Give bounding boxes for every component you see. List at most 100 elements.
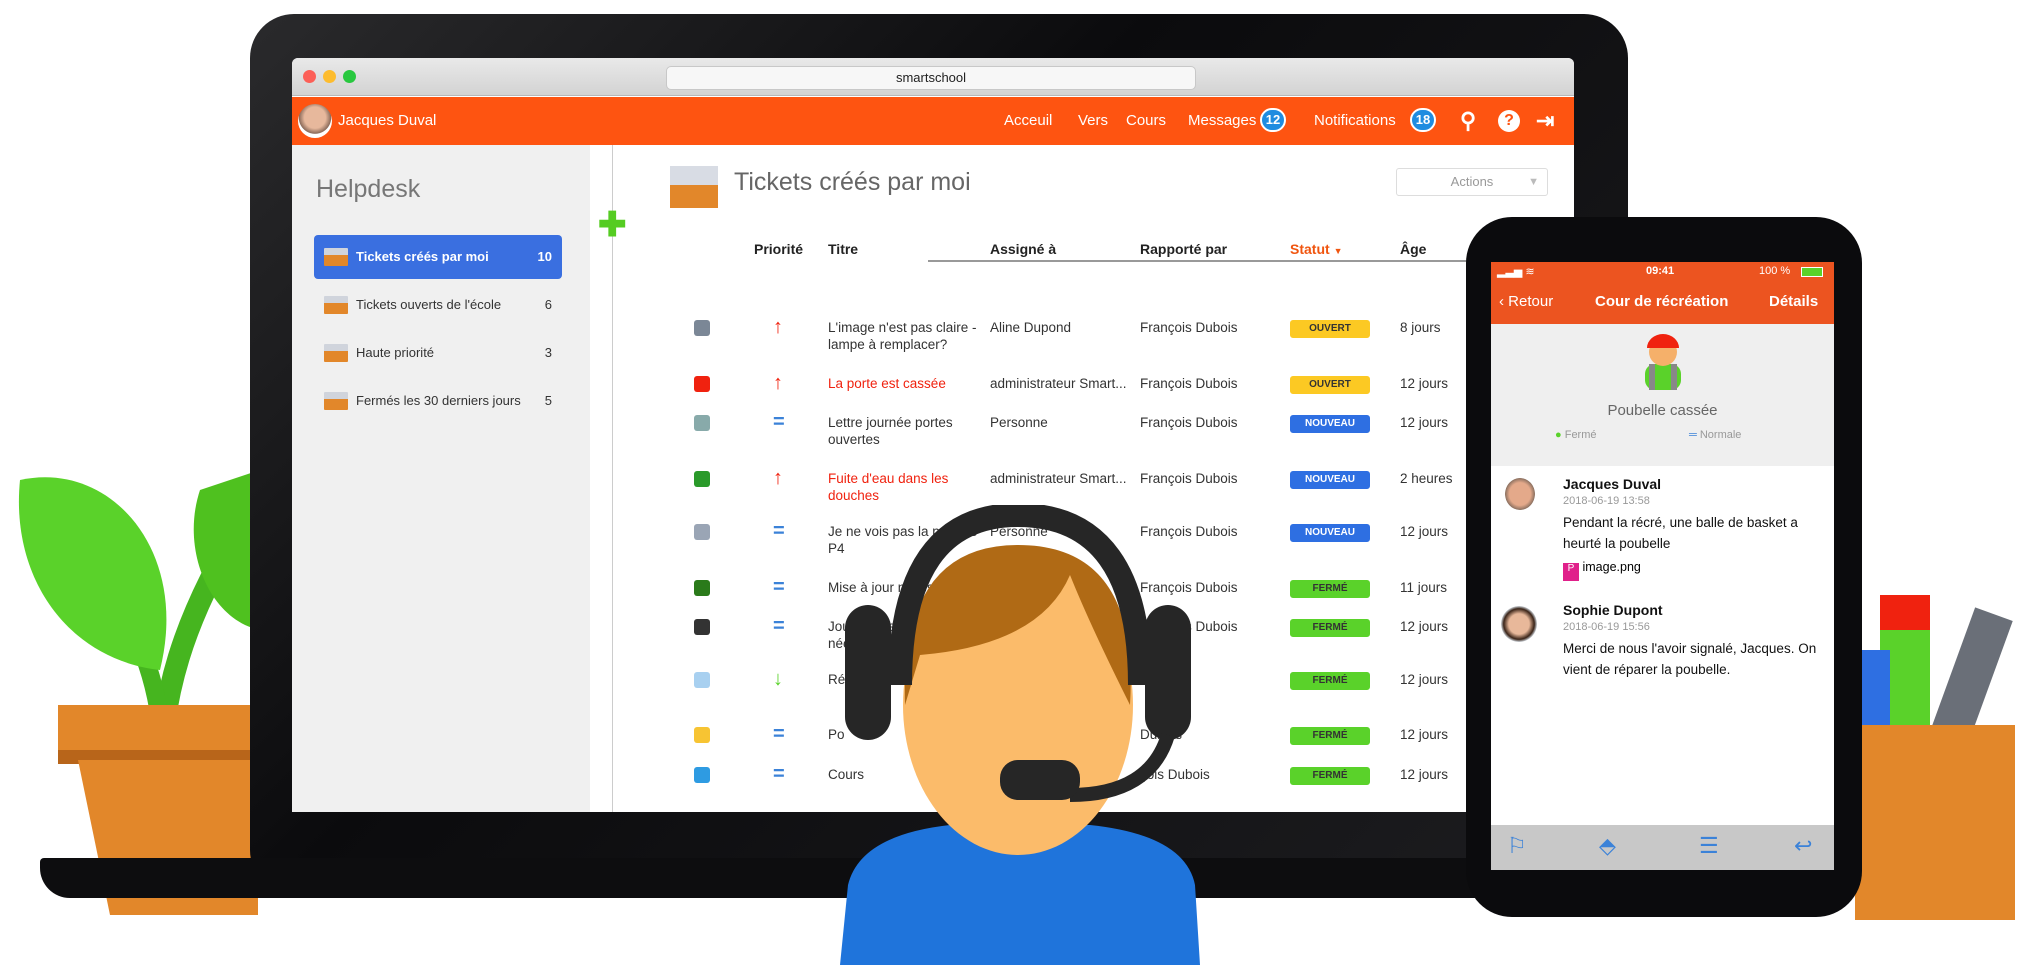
attachment-link[interactable]: P image.png <box>1563 560 1823 581</box>
signal-icon: ▂▃▅ ≋ <box>1497 266 1535 278</box>
back-button[interactable]: ‹ Retour <box>1499 293 1553 310</box>
sidebar-title: Helpdesk <box>316 175 421 203</box>
plant-illustration <box>18 470 260 915</box>
priority-low-icon: ↓ <box>773 668 783 690</box>
phone-status-bar: ▂▃▅ ≋ 09:41 100 % <box>1491 262 1834 282</box>
logout-icon[interactable]: ⇥ <box>1536 108 1554 134</box>
sidebar-item-count: 10 <box>537 249 552 264</box>
ticket-priority: ═ Normale <box>1689 429 1741 441</box>
col-status[interactable]: Statut ▼ <box>1290 241 1342 257</box>
browser-titlebar: smartschool <box>292 58 1574 96</box>
messages-badge: 12 <box>1260 108 1286 132</box>
priority-normal-icon: = <box>773 411 785 433</box>
ticket-title[interactable]: Lettre journée portes ouvertes <box>828 414 978 448</box>
priority-normal-icon: = <box>773 763 785 785</box>
phone-title: Cour de récréation <box>1595 293 1729 310</box>
status-badge: NOUVEAU <box>1290 471 1370 489</box>
priority-normal-icon: = <box>773 520 785 542</box>
nav-notifications[interactable]: Notifications <box>1314 112 1396 129</box>
col-assigned[interactable]: Assigné à <box>990 241 1056 257</box>
inbox-icon <box>324 392 348 410</box>
sidebar-item-created-by-me[interactable]: Tickets créés par moi 10 <box>314 235 562 279</box>
flag-icon[interactable]: ⚐ <box>1507 833 1527 859</box>
message-item: Jacques Duval 2018-06-19 13:58 Pendant l… <box>1563 476 1823 581</box>
ticket-title[interactable]: La porte est cassée <box>828 375 978 392</box>
priority-normal-icon: = <box>773 576 785 598</box>
ticket-assignee: Personne <box>990 415 1048 430</box>
nav-vers[interactable]: Vers <box>1078 112 1108 129</box>
status-badge: FERMÉ <box>1290 580 1370 598</box>
priority-normal-icon: = <box>773 615 785 637</box>
avatar <box>1505 478 1535 510</box>
laptop-base <box>40 858 1580 898</box>
ticket-header: Poubelle cassée ● Fermé ═ Normale <box>1491 324 1834 466</box>
ticket-age: 8 jours <box>1400 320 1441 335</box>
details-button[interactable]: Détails <box>1769 293 1818 310</box>
maximize-button[interactable] <box>343 70 356 83</box>
sidebar-item-count: 5 <box>544 393 552 408</box>
sidebar-item-count: 6 <box>544 297 552 312</box>
nav-messages[interactable]: Messages <box>1188 112 1256 129</box>
ticket-reporter: François Dubois <box>1140 471 1238 486</box>
search-icon[interactable]: ⚲ <box>1460 108 1476 134</box>
reply-icon[interactable]: ↩ <box>1794 833 1812 859</box>
state-label: Fermé <box>1564 429 1597 441</box>
ticket-age: 12 jours <box>1400 767 1449 782</box>
ticket-reporter: François Dubois <box>1140 415 1238 430</box>
col-status-label: Statut <box>1290 241 1330 257</box>
binders-icon <box>694 767 710 783</box>
field-icon <box>694 471 710 487</box>
user-name[interactable]: Jacques Duval <box>338 112 436 129</box>
priority-high-icon: ↑ <box>773 372 783 394</box>
address-bar[interactable]: smartschool <box>666 66 1196 90</box>
user-avatar[interactable] <box>298 104 332 138</box>
message-text: Merci de nous l'avoir signalé, Jacques. … <box>1563 641 1817 677</box>
ticket-age: 12 jours <box>1400 415 1449 430</box>
blackboard-icon <box>694 580 710 596</box>
avatar <box>1501 606 1537 642</box>
projector-icon <box>694 320 710 336</box>
ticket-title[interactable]: Fuite d'eau dans les douches <box>828 470 978 504</box>
attachment-name: image.png <box>1582 560 1641 574</box>
priority-high-icon: ↑ <box>773 316 783 338</box>
ticket-title: Poubelle cassée <box>1607 402 1718 419</box>
ticket-title[interactable]: L'image n'est pas claire - lampe à rempl… <box>828 319 978 353</box>
minimize-button[interactable] <box>323 70 336 83</box>
message-author: Jacques Duval <box>1563 476 1662 492</box>
chevron-down-icon: ▼ <box>1528 176 1539 188</box>
status-badge: FERMÉ <box>1290 619 1370 637</box>
status-badge: FERMÉ <box>1290 672 1370 690</box>
chevron-left-icon: ‹ <box>1499 293 1509 310</box>
battery-level: 100 % <box>1759 265 1791 277</box>
sidebar-item-school-open[interactable]: Tickets ouverts de l'école 6 <box>314 283 562 327</box>
help-icon[interactable]: ? <box>1498 110 1520 132</box>
status-badge: NOUVEAU <box>1290 524 1370 542</box>
ticket-reporter: François Dubois <box>1140 320 1238 335</box>
sidebar-item-high-priority[interactable]: Haute priorité 3 <box>314 331 562 375</box>
col-age[interactable]: Âge <box>1400 241 1426 257</box>
priority-icon[interactable]: ⬘ <box>1599 833 1616 859</box>
col-title[interactable]: Titre <box>828 241 858 257</box>
phone-nav-bar: ‹ Retour Cour de récréation Détails <box>1491 282 1834 324</box>
pencil-cup-illustration <box>1855 595 2015 920</box>
sidebar-item-closed-30-days[interactable]: Fermés les 30 derniers jours 5 <box>314 379 562 423</box>
close-button[interactable] <box>303 70 316 83</box>
ticket-age: 12 jours <box>1400 376 1449 391</box>
divider <box>612 145 613 812</box>
notes-icon[interactable]: ☰ <box>1699 833 1719 859</box>
col-reporter[interactable]: Rapporté par <box>1140 241 1227 257</box>
nav-cours[interactable]: Cours <box>1126 112 1166 129</box>
message-date: 2018-06-19 13:58 <box>1563 495 1650 507</box>
add-ticket-icon[interactable]: ✚ <box>598 205 627 245</box>
priority-normal-icon: = <box>773 723 785 745</box>
status-dot-icon: ● <box>1555 429 1562 441</box>
weather-icon <box>694 672 710 688</box>
phone-screen: ▂▃▅ ≋ 09:41 100 % ‹ Retour Cour de récré… <box>1491 262 1834 870</box>
actions-dropdown[interactable]: Actions ▼ <box>1396 168 1548 196</box>
battery-icon <box>1801 267 1823 277</box>
col-priority[interactable]: Priorité <box>754 241 803 257</box>
ticket-age: 12 jours <box>1400 524 1449 539</box>
sidebar-item-label: Tickets créés par moi <box>356 249 489 264</box>
notifications-badge: 18 <box>1410 108 1436 132</box>
nav-acceuil[interactable]: Acceuil <box>1004 112 1052 129</box>
